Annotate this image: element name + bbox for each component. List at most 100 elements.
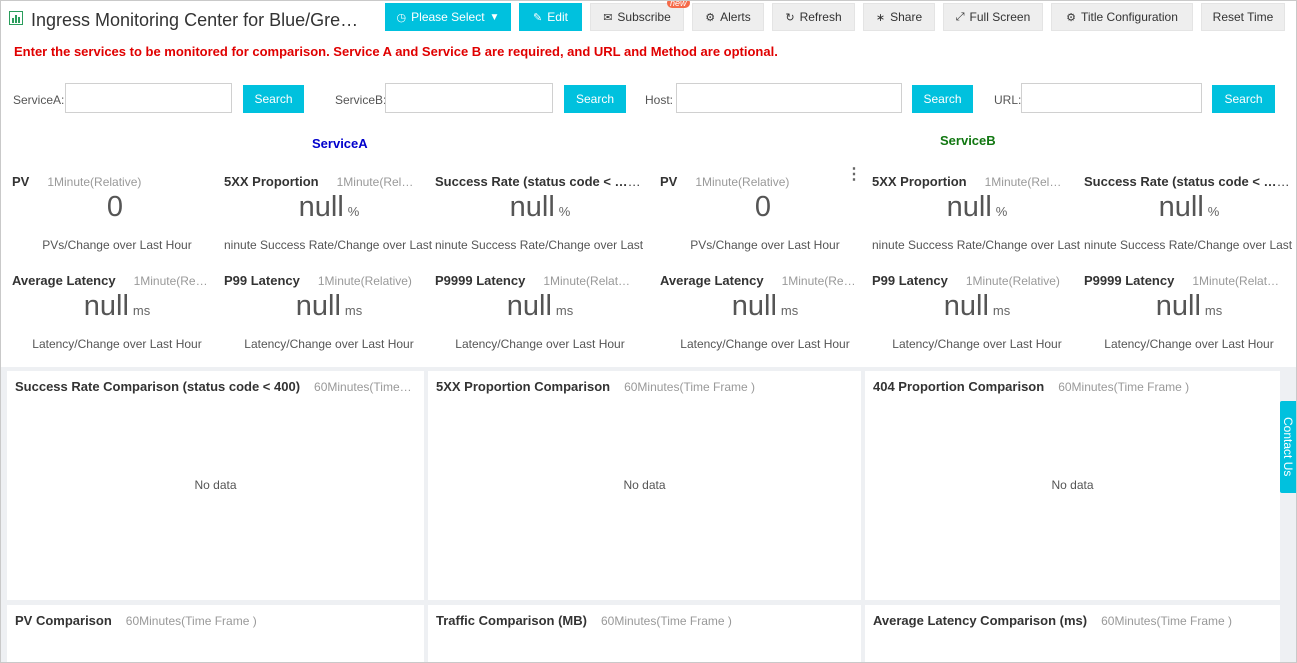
metric-value: null [943, 290, 989, 322]
metric-value: 0 [754, 191, 772, 223]
metric-timeframe: 1Minute(Relat… [1192, 274, 1280, 288]
chart-panel-title: 5XX Proportion Comparison 60Minutes(Time … [436, 379, 755, 394]
url-search-button[interactable]: Search [1212, 85, 1275, 113]
metric-name: P9999 Latency [1084, 273, 1175, 288]
metric-name: P9999 Latency [435, 273, 526, 288]
chart-panel: Success Rate Comparison (status code < 4… [7, 371, 424, 600]
metric-name: Average Latency [660, 273, 764, 288]
chart-title: 5XX Proportion Comparison [436, 379, 611, 394]
metric-title: Success Rate (status code < … [435, 174, 645, 189]
chart-timeframe: 60Minutes(Time Frame ) [600, 614, 732, 628]
full-screen-label: Full Screen [969, 10, 1031, 24]
url-input[interactable] [1021, 83, 1202, 113]
metric-timeframe: 1Minute(Relative) [965, 274, 1060, 288]
chart-panel-title: Traffic Comparison (MB) 60Minutes(Time Fr… [436, 613, 732, 628]
refresh-button[interactable]: ↻ Refresh [772, 3, 855, 31]
share-label: Share [890, 10, 923, 24]
metric-description: Latency/Change over Last Hour [244, 337, 414, 351]
metric-unit: ms [344, 303, 363, 318]
metrics_b-metric-card: Average Latency 1Minute(Re… null ms Latency/… [660, 273, 870, 368]
please-select-button[interactable]: ◷ Please Select ▼ [385, 3, 511, 31]
metric-name: PV [660, 174, 678, 189]
metric-unit: ms [132, 303, 151, 318]
chart-title: Traffic Comparison (MB) [436, 613, 587, 628]
host-search-button[interactable]: Search [912, 85, 973, 113]
metric-value-box: null ms [872, 290, 1082, 323]
host-label: Host: [645, 93, 674, 107]
service-b-search-button[interactable]: Search [564, 85, 626, 113]
metric-description: Latency/Change over Last Hour [455, 337, 625, 351]
dashboard-icon [9, 11, 23, 25]
edit-label: Edit [547, 10, 568, 24]
service-b-input[interactable] [385, 83, 553, 113]
metric-title: 5XX Proportion 1Minute(Rel… [224, 174, 434, 189]
metric-timeframe: 1Minute(Rel… [984, 175, 1062, 189]
service-a-input[interactable] [65, 83, 232, 113]
metric-value: null [1158, 191, 1204, 223]
metric-value: 0 [106, 191, 124, 223]
metric-unit: % [995, 204, 1008, 219]
metrics_b-metric-card: P9999 Latency 1Minute(Relat… null ms Latency… [1084, 273, 1294, 368]
metric-name: PV [12, 174, 30, 189]
reset-time-button[interactable]: Reset Time [1201, 3, 1285, 31]
metric-value-box: null ms [1084, 290, 1294, 323]
reset-time-label: Reset Time [1212, 10, 1274, 24]
chart-timeframe: 60Minutes(Time Frame ) [1058, 380, 1190, 394]
chart-panel-title: PV Comparison 60Minutes(Time Frame ) [15, 613, 257, 628]
chart-panel: Average Latency Comparison (ms) 60Minutes… [865, 605, 1280, 662]
metric-unit: ms [992, 303, 1011, 318]
service-b-heading: ServiceB [940, 133, 996, 148]
metric-value-box: null ms [660, 290, 870, 323]
host-input[interactable] [676, 83, 902, 113]
header-bar: Ingress Monitoring Center for Blue/Gre… … [1, 1, 1296, 35]
bell-icon: ⚙ [705, 11, 716, 24]
chart-panel-title: 404 Proportion Comparison 60Minutes(Time … [873, 379, 1189, 394]
metric-name: P99 Latency [872, 273, 948, 288]
chart-panel-title: Average Latency Comparison (ms) 60Minutes… [873, 613, 1232, 628]
no-data-text: No data [194, 478, 237, 492]
metric-value-box: 0 [660, 191, 870, 224]
chart-title: 404 Proportion Comparison [873, 379, 1045, 394]
metric-timeframe: 1Minute(Rel… [336, 175, 414, 189]
metric-title: PV 1Minute(Relative) [12, 174, 222, 189]
metric-title: P99 Latency 1Minute(Relative) [872, 273, 1082, 288]
share-icon: ∗ [875, 11, 886, 24]
share-button[interactable]: ∗ Share [863, 3, 935, 31]
metric-unit: % [558, 204, 571, 219]
chart-panel: 404 Proportion Comparison 60Minutes(Time … [865, 371, 1280, 600]
edit-button[interactable]: ✎ Edit [519, 3, 582, 31]
refresh-label: Refresh [799, 10, 842, 24]
gear-icon: ⚙ [1066, 11, 1076, 24]
metrics_a-metric-card: PV 1Minute(Relative) 0 PVs/Change over Last… [12, 174, 222, 269]
metric-title: Average Latency 1Minute(Re… [660, 273, 870, 288]
metrics_b-metric-card: 5XX Proportion 1Minute(Rel… null% ninute Su… [872, 174, 1082, 269]
clock-icon: ◷ [396, 11, 407, 24]
service-a-heading: ServiceA [312, 136, 368, 151]
metric-title: P9999 Latency 1Minute(Relat… [435, 273, 645, 288]
metric-value: null [295, 290, 341, 322]
metric-value: null [83, 290, 129, 322]
metrics_b-metric-card: PV 1Minute(Relative) 0 PVs/Change over Last… [660, 174, 870, 269]
metric-value-box: null ms [224, 290, 434, 323]
metric-value-box: 0 [12, 191, 222, 224]
metric-value: null [1155, 290, 1201, 322]
full-screen-button[interactable]: ⤢ Full Screen [943, 3, 1043, 31]
metric-value-box: null% [872, 191, 1082, 224]
metric-value-box: null ms [435, 290, 645, 323]
metric-timeframe: 1Minute(Relat… [543, 274, 631, 288]
metric-description: PVs/Change over Last Hour [42, 238, 192, 252]
chart-title: PV Comparison [15, 613, 112, 628]
metric-description: ninute Success Rate/Change over Last H [872, 238, 1082, 252]
title-configuration-label: Title Configuration [1080, 10, 1178, 24]
title-configuration-button[interactable]: ⚙ Title Configuration [1051, 3, 1193, 31]
alerts-button[interactable]: ⚙ Alerts [692, 3, 764, 31]
service-a-search-button[interactable]: Search [243, 85, 304, 113]
contact-us-tab[interactable]: Contact Us [1280, 401, 1296, 493]
chart-timeframe: 60Minutes(Time Frame ) [125, 614, 257, 628]
metric-value-box: null ms [12, 290, 222, 323]
refresh-icon: ↻ [785, 11, 795, 24]
caret-down-icon: ▼ [489, 11, 500, 23]
metric-description: ninute Success Rate/Change over Last H [1084, 238, 1294, 252]
metric-timeframe: 1Minute(Relative) [47, 175, 142, 189]
metric-unit: % [1207, 204, 1220, 219]
